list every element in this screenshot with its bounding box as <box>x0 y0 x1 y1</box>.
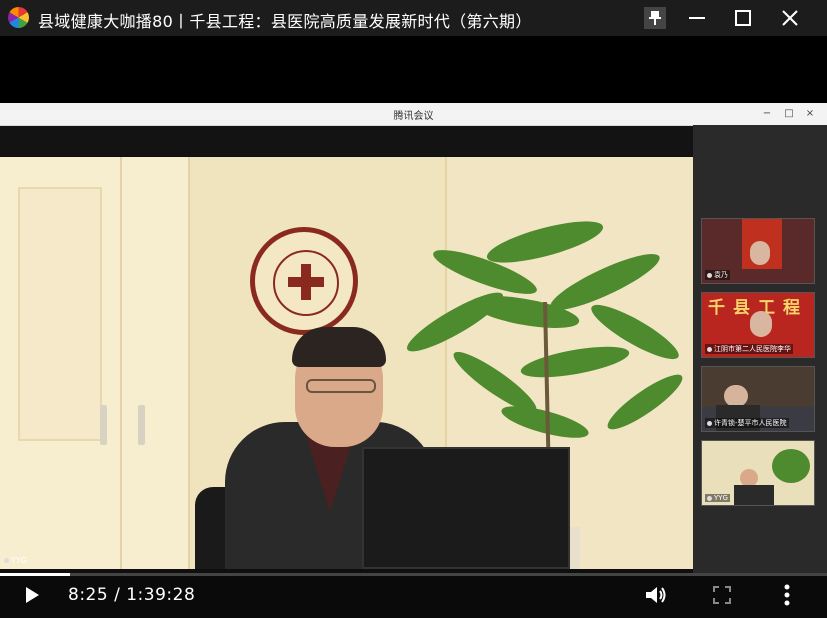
minimize-button[interactable] <box>684 6 710 30</box>
time-display: 8:25 / 1:39:28 <box>68 585 196 605</box>
fullscreen-icon[interactable] <box>712 585 732 605</box>
participant-name: YYG <box>705 494 730 502</box>
close-button[interactable] <box>777 6 803 30</box>
minimize-icon <box>689 17 705 19</box>
progress-bar[interactable] <box>0 573 827 576</box>
play-icon[interactable] <box>24 586 40 604</box>
door-left <box>0 157 122 569</box>
participant-name: 袁乃 <box>705 270 730 280</box>
letterbox-top <box>0 36 827 102</box>
player-controls: 8:25 / 1:39:28 <box>0 573 827 618</box>
meeting-maximize-button[interactable]: □ <box>782 106 796 120</box>
progress-fill <box>0 573 70 576</box>
pin-icon <box>649 11 661 25</box>
mic-icon <box>707 272 712 278</box>
meeting-window: 腾讯会议 − □ × YYG 袁乃 千县工程 江阴市第二人民医院李华 许青锁-楚… <box>0 103 827 573</box>
volume-icon[interactable] <box>644 584 668 606</box>
participant-tile[interactable]: 千县工程 江阴市第二人民医院李华 <box>701 292 815 358</box>
mic-icon <box>707 495 712 501</box>
pin-button[interactable] <box>644 7 666 29</box>
participant-strip: 袁乃 千县工程 江阴市第二人民医院李华 许青锁-楚平市人民医院 YYG <box>693 125 827 573</box>
meeting-close-button[interactable]: × <box>803 106 817 120</box>
mic-icon <box>707 346 712 352</box>
participant-tile[interactable]: 袁乃 <box>701 218 815 284</box>
participant-tile[interactable]: YYG <box>701 440 815 506</box>
door-right <box>122 157 190 569</box>
speaker-label: YYG <box>4 556 27 565</box>
meeting-title: 腾讯会议 <box>393 111 434 122</box>
more-options-icon[interactable] <box>782 584 792 606</box>
maximize-icon <box>735 10 751 26</box>
maximize-button[interactable] <box>730 6 756 30</box>
participant-name: 许青锁-楚平市人民医院 <box>705 418 789 428</box>
close-icon <box>782 10 798 26</box>
video-title: 县域健康大咖播80丨千县工程：县医院高质量发展新时代（第六期） <box>38 12 532 31</box>
hospital-logo <box>250 227 358 335</box>
main-speaker-video: YYG <box>0 157 693 569</box>
laptop <box>362 447 570 569</box>
mic-icon <box>707 420 712 426</box>
participant-name: 江阴市第二人民医院李华 <box>705 344 793 354</box>
player-title-bar: 县域健康大咖播80丨千县工程：县医院高质量发展新时代（第六期） <box>0 0 827 36</box>
glasses <box>306 379 376 393</box>
door-handle <box>100 405 107 445</box>
meeting-title-bar: 腾讯会议 − □ × <box>0 103 827 126</box>
participant-tile[interactable]: 许青锁-楚平市人民医院 <box>701 366 815 432</box>
app-logo-icon <box>8 7 29 28</box>
door-handle <box>138 405 145 445</box>
meeting-minimize-button[interactable]: − <box>760 106 774 120</box>
